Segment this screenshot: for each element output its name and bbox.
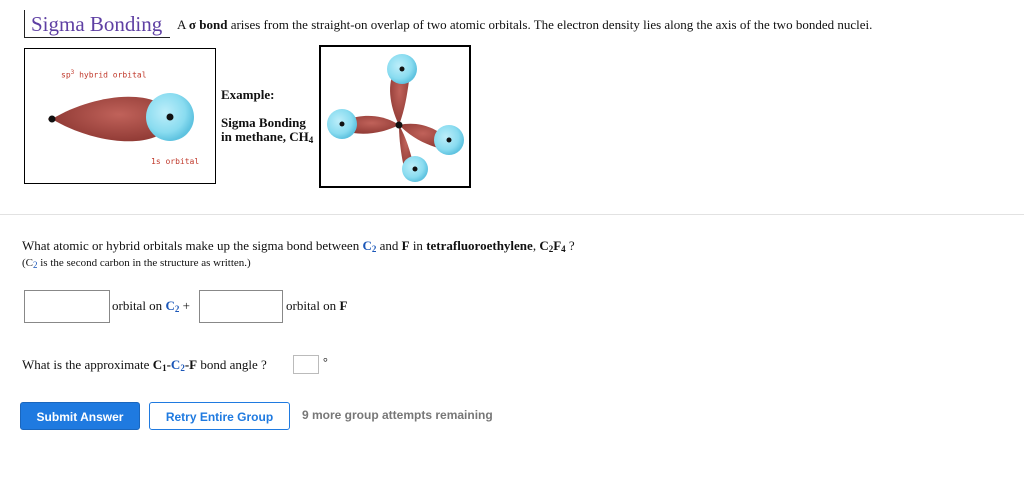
question-2-text: What is the approximate C1-C2-F bond ang…: [22, 357, 267, 373]
submit-answer-button[interactable]: Submit Answer: [20, 402, 140, 430]
h-nucleus-right: [446, 137, 452, 143]
retry-group-button[interactable]: Retry Entire Group: [149, 402, 290, 430]
sigma-methane-label: Sigma Bonding in methane, CH4: [221, 115, 314, 146]
orbital-on-c2-label: orbital on C2 +: [112, 298, 190, 314]
carbon-nucleus-dot: [48, 115, 56, 123]
c2-orbital-input[interactable]: [24, 290, 110, 323]
degree-unit: °: [323, 355, 328, 369]
h-nucleus-bottom: [412, 166, 418, 172]
1s-orbital-label: 1s orbital: [151, 157, 200, 166]
f-orbital-input[interactable]: [199, 290, 283, 323]
methane-sigma-diagram: [319, 45, 471, 188]
h-nucleus-top: [399, 66, 405, 72]
c-nucleus-center: [395, 121, 403, 129]
example-label: Example:: [221, 87, 275, 102]
section-divider: [0, 214, 1024, 215]
page-title: Sigma Bonding: [24, 10, 170, 38]
question-1-note: (C2 is the second carbon in the structur…: [22, 257, 251, 270]
hydrogen-nucleus-dot: [166, 113, 174, 121]
intro-text: A σ bond arises from the straight-on ove…: [177, 17, 873, 32]
bond-angle-input[interactable]: [293, 355, 319, 374]
attempts-remaining-text: 9 more group attempts remaining: [302, 408, 493, 422]
h-nucleus-left: [339, 121, 345, 127]
question-1-text: What atomic or hybrid orbitals make up t…: [22, 238, 575, 254]
sp3-1s-overlap-diagram: sp3 hybrid orbital 1s orbital: [24, 48, 216, 184]
methane-orbital-illustration: [327, 54, 464, 182]
orbital-on-f-label: orbital on F: [286, 298, 348, 313]
